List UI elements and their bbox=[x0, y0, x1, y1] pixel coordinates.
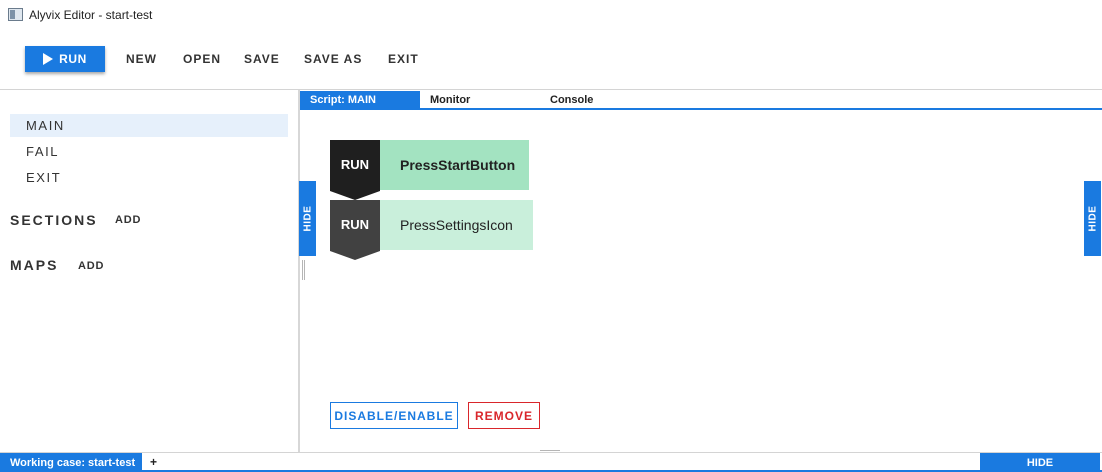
hide-left-label: HIDE bbox=[302, 205, 313, 232]
script-block[interactable]: RUN PressSettingsIcon bbox=[330, 200, 533, 260]
sidebar: MAIN FAIL EXIT SECTIONS ADD MAPS ADD bbox=[0, 90, 298, 452]
add-section-button[interactable]: ADD bbox=[115, 214, 141, 226]
maps-heading: MAPS bbox=[10, 257, 59, 273]
sections-heading: SECTIONS bbox=[10, 212, 98, 228]
run-button[interactable]: RUN bbox=[25, 46, 105, 72]
sidebar-item-exit[interactable]: EXIT bbox=[10, 166, 288, 189]
app-icon bbox=[8, 8, 23, 21]
new-button[interactable]: NEW bbox=[126, 46, 157, 72]
play-icon bbox=[43, 53, 54, 65]
toolbar: RUN NEW OPEN SAVE SAVE AS EXIT bbox=[0, 30, 1102, 88]
resize-grip-vertical[interactable] bbox=[302, 260, 305, 280]
hide-left-panel-button[interactable]: HIDE bbox=[299, 181, 316, 256]
script-block[interactable]: RUN PressStartButton bbox=[330, 140, 529, 200]
tab-script-main[interactable]: Script: MAIN bbox=[300, 91, 420, 109]
run-button-label: RUN bbox=[59, 52, 87, 66]
tab-monitor[interactable]: Monitor bbox=[430, 91, 470, 109]
tab-underline bbox=[300, 108, 1102, 110]
open-button[interactable]: OPEN bbox=[183, 46, 221, 72]
exit-button[interactable]: EXIT bbox=[388, 46, 419, 72]
script-block-name[interactable]: PressSettingsIcon bbox=[380, 200, 533, 250]
tab-bar: Script: MAIN Monitor Console bbox=[300, 91, 1102, 109]
sidebar-item-fail[interactable]: FAIL bbox=[10, 140, 288, 163]
run-tag[interactable]: RUN bbox=[330, 200, 380, 260]
hide-right-panel-button[interactable]: HIDE bbox=[1084, 181, 1101, 256]
window-title: Alyvix Editor - start-test bbox=[29, 8, 153, 22]
save-button[interactable]: SAVE bbox=[244, 46, 280, 72]
script-block-name[interactable]: PressStartButton bbox=[380, 140, 529, 190]
tab-console[interactable]: Console bbox=[550, 91, 593, 109]
hide-right-label: HIDE bbox=[1087, 205, 1098, 232]
title-bar: Alyvix Editor - start-test bbox=[0, 0, 1102, 30]
add-map-button[interactable]: ADD bbox=[78, 260, 104, 272]
disable-enable-button[interactable]: DISABLE/ENABLE bbox=[330, 402, 458, 429]
run-tag[interactable]: RUN bbox=[330, 140, 380, 200]
remove-button[interactable]: REMOVE bbox=[468, 402, 540, 429]
status-bar: Working case: start-test + HIDE bbox=[0, 452, 1102, 472]
panel-divider[interactable] bbox=[298, 90, 300, 452]
add-case-button[interactable]: + bbox=[150, 455, 157, 469]
save-as-button[interactable]: SAVE AS bbox=[304, 46, 362, 72]
sidebar-item-main[interactable]: MAIN bbox=[10, 114, 288, 137]
